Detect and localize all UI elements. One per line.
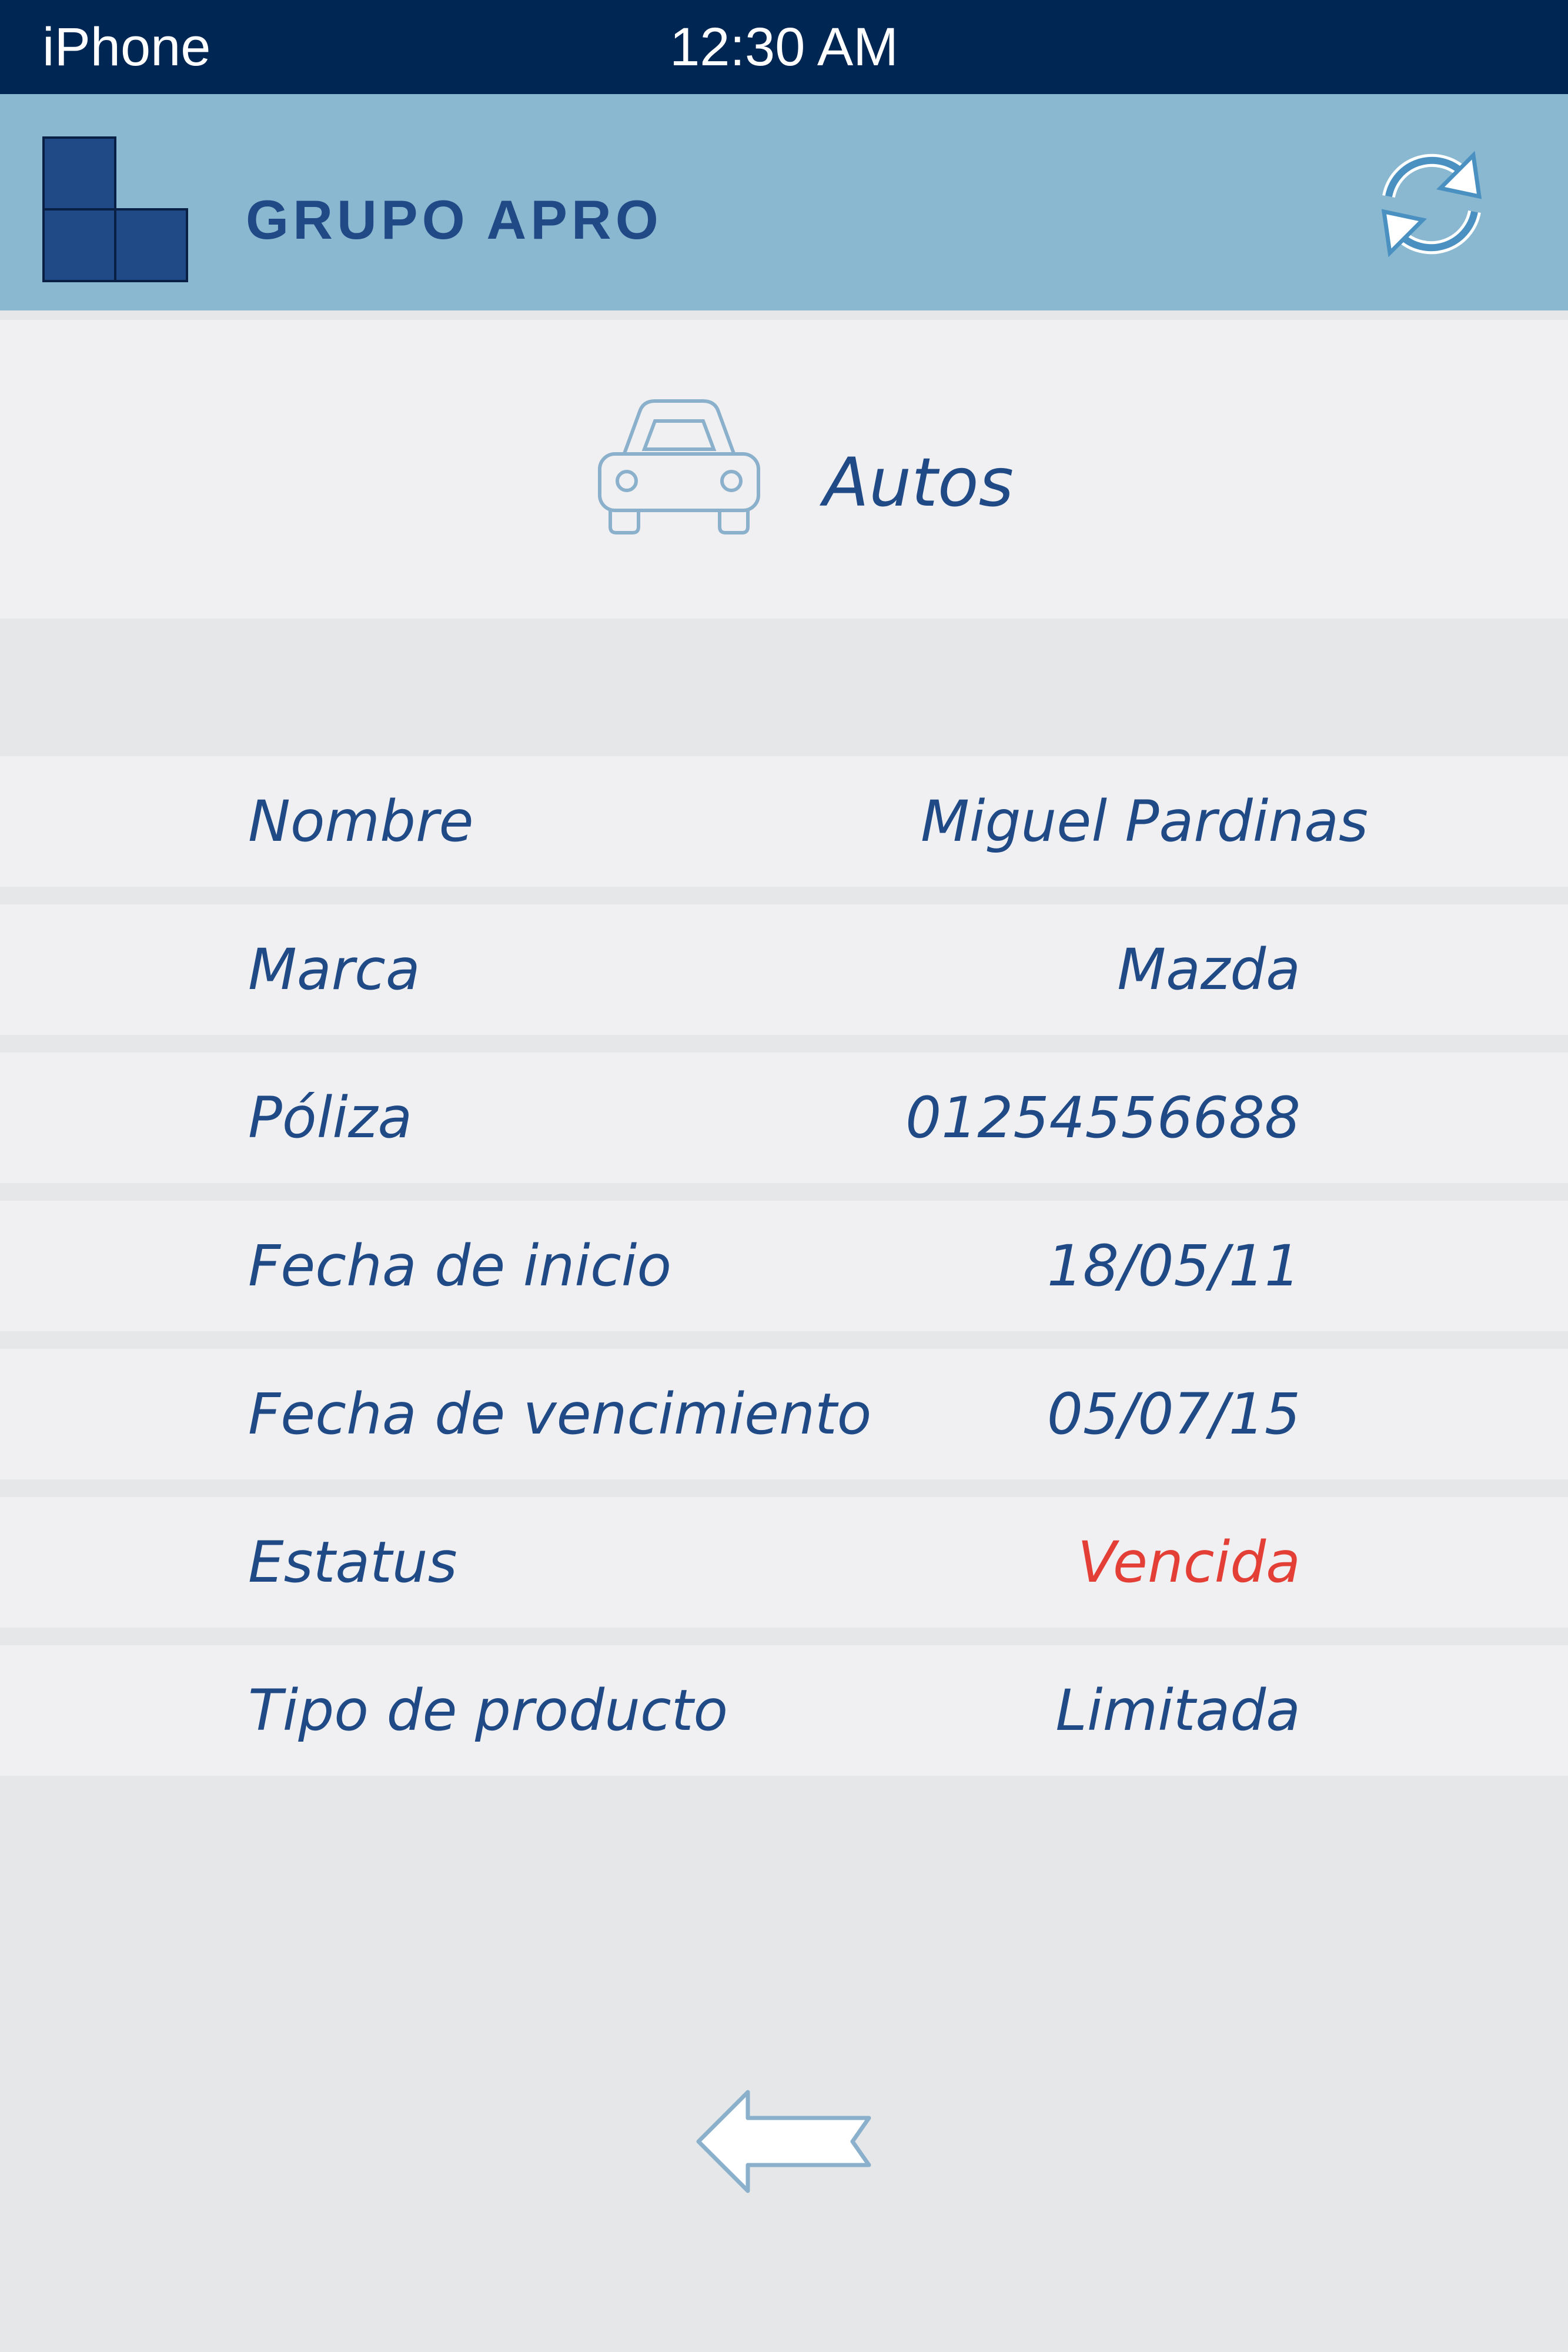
category-panel: Autos xyxy=(0,320,1568,619)
app-header: GRUPO APRO xyxy=(0,94,1568,310)
detail-row-estatus: Estatus Vencida xyxy=(0,1497,1568,1628)
status-value: Vencida xyxy=(1077,1529,1300,1595)
section-spacer xyxy=(0,629,1568,755)
brand-name: GRUPO APRO xyxy=(246,189,663,250)
detail-row-poliza: Póliza 01254556688 xyxy=(0,1053,1568,1183)
refresh-icon[interactable] xyxy=(1370,142,1493,266)
detail-label: Marca xyxy=(248,937,420,1003)
detail-label: Fecha de vencimiento xyxy=(248,1381,872,1447)
detail-label: Póliza xyxy=(248,1085,413,1151)
detail-value: Mazda xyxy=(1117,937,1300,1003)
detail-value: 01254556688 xyxy=(905,1085,1300,1151)
clock: 12:30 AM xyxy=(670,17,898,77)
detail-row-tipo-producto: Tipo de producto Limitada xyxy=(0,1645,1568,1776)
detail-row-fecha-vencimiento: Fecha de vencimiento 05/07/15 xyxy=(0,1349,1568,1479)
detail-value: Limitada xyxy=(1055,1678,1300,1743)
detail-value: 18/05/11 xyxy=(1047,1233,1300,1299)
detail-value: 05/07/15 xyxy=(1047,1381,1300,1447)
detail-label: Fecha de inicio xyxy=(248,1233,672,1299)
detail-row-marca: Marca Mazda xyxy=(0,904,1568,1035)
detail-label: Estatus xyxy=(248,1529,457,1595)
back-arrow-icon[interactable] xyxy=(694,2087,876,2196)
grupo-apro-logo xyxy=(42,136,188,282)
detail-row-nombre: Nombre Miguel Pardinas xyxy=(0,756,1568,887)
status-bar: iPhone 12:30 AM xyxy=(0,0,1568,94)
detail-label: Nombre xyxy=(248,789,474,854)
detail-label: Tipo de producto xyxy=(248,1678,728,1743)
detail-value: Miguel Pardinas xyxy=(920,789,1368,854)
category-title: Autos xyxy=(823,443,1014,522)
car-icon xyxy=(598,399,760,534)
detail-row-fecha-inicio: Fecha de inicio 18/05/11 xyxy=(0,1201,1568,1331)
